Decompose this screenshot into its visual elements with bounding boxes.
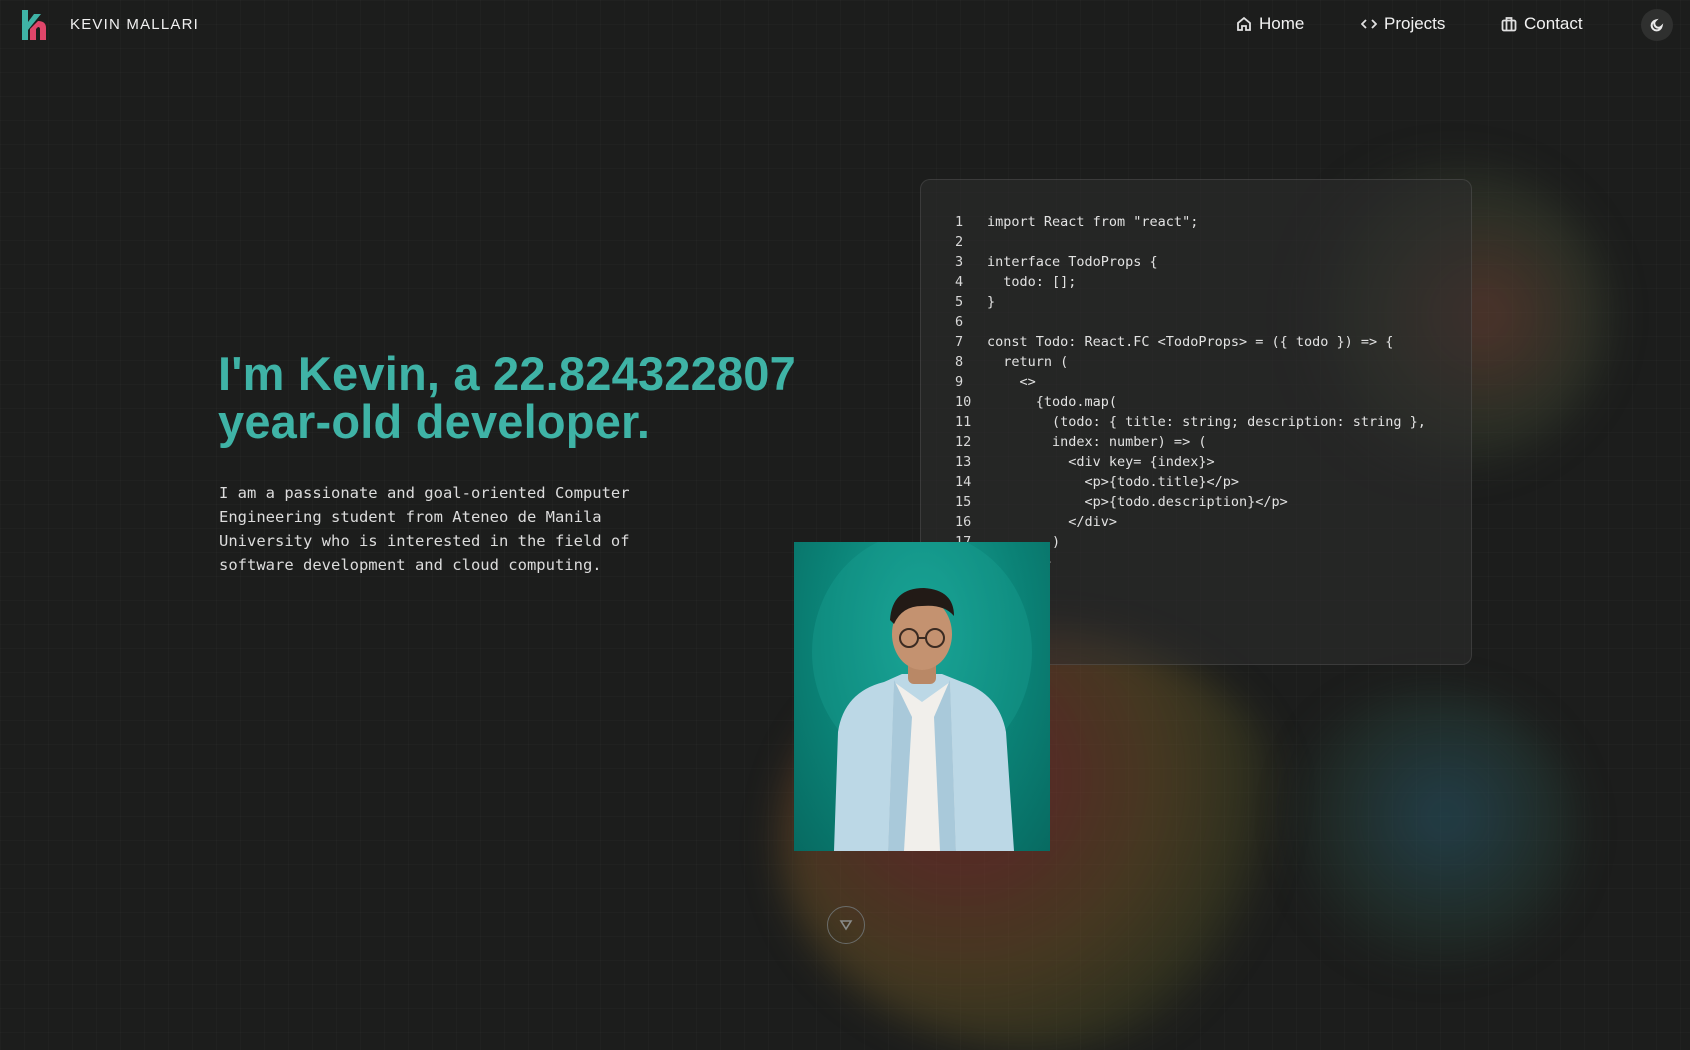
- moon-icon: [1650, 18, 1664, 32]
- home-icon: [1237, 16, 1251, 31]
- code-line: 5}: [955, 292, 1426, 312]
- nav-link-projects[interactable]: Projects: [1361, 14, 1445, 34]
- code-text: const Todo: React.FC <TodoProps> = ({ to…: [987, 334, 1394, 350]
- code-text: interface TodoProps {: [987, 254, 1158, 270]
- line-number: 7: [955, 334, 964, 350]
- code-text: index: number) => (: [987, 434, 1207, 450]
- nav-link-label: Home: [1259, 14, 1305, 33]
- code-line: 2: [955, 232, 1426, 252]
- code-text: (todo: { title: string; description: str…: [987, 414, 1426, 430]
- line-number: 3: [955, 254, 964, 270]
- briefcase-icon: [1501, 17, 1517, 32]
- code-text: todo: [];: [987, 274, 1077, 290]
- code-text: return (: [987, 354, 1069, 370]
- line-number: 16: [955, 514, 972, 530]
- code-text: </div>: [987, 514, 1118, 530]
- nav-link-label: Projects: [1384, 14, 1446, 33]
- code-line: 11 (todo: { title: string; description: …: [955, 412, 1426, 432]
- code-line: 4 todo: [];: [955, 272, 1426, 292]
- code-text: <>: [987, 374, 1036, 390]
- line-number: 4: [955, 274, 964, 290]
- line-number: 12: [955, 434, 972, 450]
- top-navbar: KEVIN MALLARI Home Projects Contact: [0, 0, 1690, 50]
- code-line: 6: [955, 312, 1426, 332]
- hero-title-line-1: I'm Kevin, a 22.824322807: [218, 347, 796, 400]
- code-line: 3 interface TodoProps {: [955, 252, 1426, 272]
- code-line: 13 <div key= {index}>: [955, 452, 1426, 472]
- line-number: 8: [955, 354, 964, 370]
- logo-icon[interactable]: [20, 8, 48, 42]
- code-text: }: [987, 294, 996, 310]
- line-number: 9: [955, 374, 964, 390]
- triangle-down-icon: [839, 920, 853, 931]
- theme-toggle-button[interactable]: [1641, 9, 1673, 41]
- nav-link-home[interactable]: Home: [1236, 14, 1304, 34]
- profile-photo: [794, 542, 1050, 851]
- nav-link-label: Contact: [1524, 14, 1583, 33]
- code-line: 15 <p>{todo.description}</p>: [955, 492, 1426, 512]
- line-number: 1: [955, 214, 964, 230]
- line-number: 10: [955, 394, 972, 410]
- code-text: <p>{todo.title}</p>: [987, 474, 1239, 490]
- code-line: 16 </div>: [955, 512, 1426, 532]
- hero-title: I'm Kevin, a 22.824322807 year-old devel…: [218, 350, 858, 446]
- line-number: 15: [955, 494, 972, 510]
- code-text: <p>{todo.description}</p>: [987, 494, 1288, 510]
- code-line: 12 index: number) => (: [955, 432, 1426, 452]
- hero-description: I am a passionate and goal-oriented Comp…: [219, 484, 630, 574]
- code-text: {todo.map(: [987, 394, 1118, 410]
- code-line: 10 {todo.map(: [955, 392, 1426, 412]
- code-line: 9 <>: [955, 372, 1426, 392]
- line-number: 6: [955, 314, 964, 330]
- nav-link-contact[interactable]: Contact: [1501, 14, 1583, 34]
- scroll-down-button[interactable]: [827, 906, 865, 944]
- code-icon: [1361, 19, 1377, 29]
- line-number: 2: [955, 234, 964, 250]
- line-number: 13: [955, 454, 972, 470]
- profile-photo-illustration: [812, 542, 1032, 851]
- code-line: 14 <p>{todo.title}</p>: [955, 472, 1426, 492]
- code-line: 8 return (: [955, 352, 1426, 372]
- background-glow-bottom-right: [1280, 690, 1580, 970]
- hero-title-line-2: year-old developer.: [218, 395, 651, 448]
- line-number: 11: [955, 414, 972, 430]
- brand-name[interactable]: KEVIN MALLARI: [70, 16, 199, 33]
- line-number: 5: [955, 294, 964, 310]
- code-line: 7 const Todo: React.FC <TodoProps> = ({ t…: [955, 332, 1426, 352]
- code-text: <div key= {index}>: [987, 454, 1215, 470]
- code-text: import React from "react";: [987, 214, 1199, 230]
- code-line: 1 import React from "react";: [955, 212, 1426, 232]
- line-number: 14: [955, 474, 972, 490]
